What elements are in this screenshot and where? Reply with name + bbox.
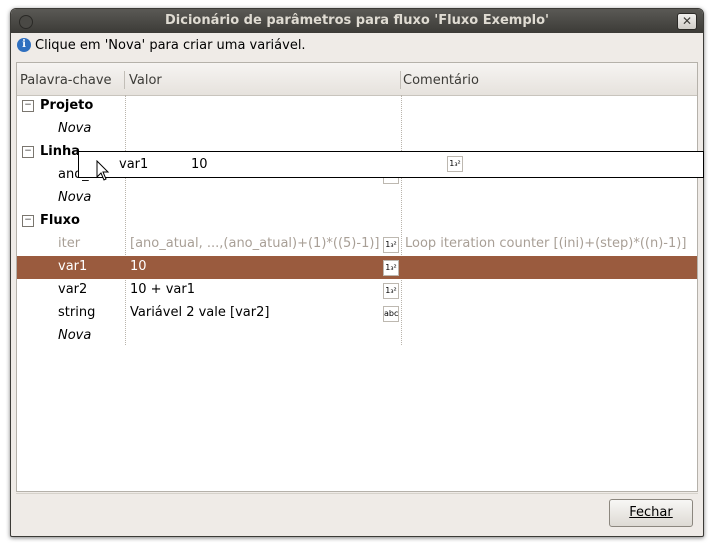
- value-cell[interactable]: Variável 2 vale [var2]: [130, 305, 269, 320]
- info-bar: i Clique em 'Nova' para criar uma variáv…: [17, 36, 306, 54]
- group-row-fluxo[interactable]: − Fluxo: [17, 210, 697, 233]
- numeric-type-icon: 1₃²: [383, 283, 399, 299]
- keyword-cell[interactable]: var1: [58, 259, 87, 274]
- close-button[interactable]: Fechar: [609, 499, 693, 527]
- group-label: Fluxo: [40, 213, 80, 228]
- numeric-type-icon: 1₃²: [383, 237, 399, 253]
- column-comment[interactable]: Comentário: [403, 73, 479, 88]
- value-cell[interactable]: 10: [130, 259, 147, 274]
- new-variable-row[interactable]: Nova: [17, 118, 697, 141]
- group-row-projeto[interactable]: − Projeto: [17, 95, 697, 118]
- table-row[interactable]: var2 10 + var1 1₃²: [17, 279, 697, 302]
- group-label: Linha: [40, 144, 81, 159]
- parameters-tree[interactable]: Palavra-chave Valor Comentário − Projeto…: [16, 62, 698, 492]
- collapse-icon[interactable]: −: [22, 215, 34, 227]
- column-value[interactable]: Valor: [129, 73, 162, 88]
- collapse-icon[interactable]: −: [22, 146, 34, 158]
- group-label: Projeto: [40, 98, 94, 113]
- close-button-label: Fechar: [629, 505, 673, 520]
- drag-preview-row: var1 10 1₃²: [78, 151, 704, 178]
- comment-cell[interactable]: Loop iteration counter [(ini)+(step)*((n…: [405, 236, 686, 251]
- column-header: Palavra-chave Valor Comentário: [17, 63, 697, 96]
- keyword-cell[interactable]: string: [58, 305, 95, 320]
- column-keyword[interactable]: Palavra-chave: [20, 73, 112, 88]
- close-window-button[interactable]: ✕: [677, 13, 697, 30]
- collapse-icon[interactable]: −: [22, 100, 34, 112]
- string-type-icon: abc: [383, 306, 399, 322]
- numeric-type-icon: 1₃²: [383, 260, 399, 276]
- dialog-window: Dicionário de parâmetros para fluxo 'Flu…: [10, 8, 704, 537]
- titlebar[interactable]: Dicionário de parâmetros para fluxo 'Flu…: [11, 9, 703, 33]
- divider: [16, 493, 698, 494]
- new-variable-label[interactable]: Nova: [58, 121, 91, 136]
- table-row[interactable]: string Variável 2 vale [var2] abc: [17, 302, 697, 325]
- info-text: Clique em 'Nova' para criar uma variável…: [35, 37, 306, 53]
- mouse-pointer-icon: [96, 160, 110, 181]
- keyword-cell[interactable]: iter: [58, 236, 80, 251]
- table-row[interactable]: iter [ano_atual, ...,(ano_atual)+(1)*((5…: [17, 233, 697, 256]
- column-separator[interactable]: [400, 71, 401, 89]
- window-title: Dicionário de parâmetros para fluxo 'Flu…: [164, 13, 550, 28]
- info-icon: i: [17, 38, 31, 52]
- new-variable-row[interactable]: Nova: [17, 187, 697, 210]
- new-variable-row[interactable]: Nova: [17, 325, 697, 348]
- keyword-cell[interactable]: var2: [58, 282, 87, 297]
- table-row-selected[interactable]: var1 10 1₃²: [17, 256, 697, 279]
- new-variable-label[interactable]: Nova: [58, 190, 91, 205]
- value-cell[interactable]: 10 + var1: [130, 282, 195, 297]
- drag-value: 10: [191, 157, 208, 172]
- new-variable-label[interactable]: Nova: [58, 328, 91, 343]
- numeric-type-icon: 1₃²: [447, 156, 463, 172]
- value-cell[interactable]: [ano_atual, ...,(ano_atual)+(1)*((5)-1)]: [130, 236, 380, 251]
- drag-keyword: var1: [119, 157, 149, 172]
- column-separator[interactable]: [124, 71, 125, 89]
